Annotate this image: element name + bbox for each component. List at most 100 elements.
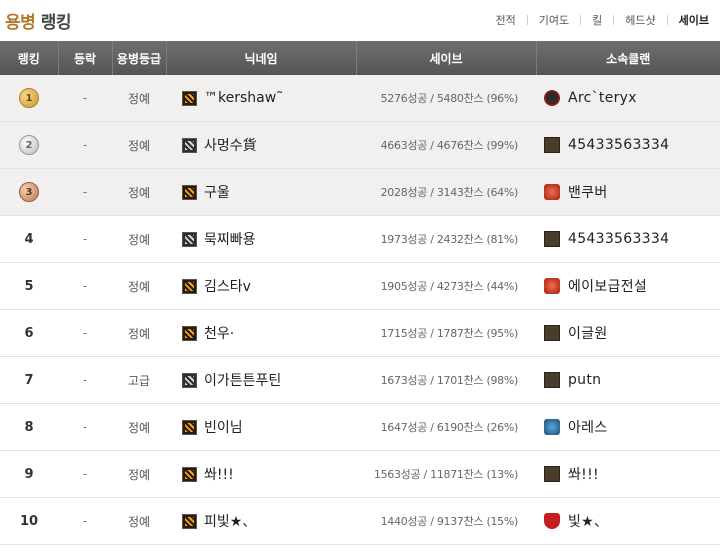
clan-emblem-board-icon	[544, 466, 560, 482]
table-row: 10 - 정예 피빛★、 1440성공 / 9137찬스 (15%) 빛★、	[0, 497, 720, 545]
clan-name-link[interactable]: 이글원	[568, 323, 608, 343]
clan-name-link[interactable]: 아레스	[568, 417, 608, 437]
rank-number: 7	[24, 372, 34, 388]
nickname-cell: 쏴!!!	[166, 450, 356, 498]
rank-cell: 2	[0, 121, 58, 169]
save-stat-cell: 1905성공 / 4273찬스 (44%)	[356, 262, 536, 310]
clan-cell: Arc`teryx	[536, 75, 720, 122]
save-stat-cell: 1715성공 / 1787찬스 (95%)	[356, 309, 536, 357]
clan-emblem-red-icon	[544, 184, 560, 200]
clan-cell: 아레스	[536, 403, 720, 451]
change-cell: -	[58, 356, 112, 404]
clan-emblem-board-icon	[544, 325, 560, 341]
rank-cell: 7	[0, 356, 58, 404]
player-nickname-link[interactable]: 피빛★、	[204, 511, 256, 531]
rank-number: 6	[24, 325, 34, 341]
clan-emblem-board-icon	[544, 137, 560, 153]
ranking-table: 랭킹 등락 용병등급 닉네임 세이브 소속클랜 1 - 정예 ™kershaw˜…	[0, 41, 720, 545]
nickname-cell: 피빛★、	[166, 497, 356, 545]
table-row: 3 - 정예 구울 2028성공 / 3143찬스 (64%) 밴쿠버	[0, 168, 720, 216]
clan-emblem-blue-icon	[544, 419, 560, 435]
page-header: 용병 랭킹 전적 기여도 킬 헤드샷 세이브	[0, 0, 720, 41]
clan-emblem-red-icon	[544, 278, 560, 294]
column-header-save: 세이브	[355, 41, 536, 75]
table-row: 2 - 정예 사멍수貨 4663성공 / 4676찬스 (99%) 454335…	[0, 121, 720, 169]
gray-grade-icon	[182, 372, 197, 388]
clan-name-link[interactable]: 45433563334	[568, 137, 669, 153]
clan-cell: 에이보급전설	[536, 262, 720, 310]
save-stat-cell: 2028성공 / 3143찬스 (64%)	[356, 168, 536, 216]
change-cell: -	[58, 168, 112, 216]
ranking-tabs: 전적 기여도 킬 헤드샷 세이브	[485, 12, 720, 28]
nickname-cell: 묵찌빠용	[166, 215, 356, 263]
clan-cell: 밴쿠버	[536, 168, 720, 216]
table-header-row: 랭킹 등락 용병등급 닉네임 세이브 소속클랜	[0, 41, 720, 75]
rank-number: 5	[24, 278, 34, 294]
clan-name-link[interactable]: putn	[568, 372, 601, 388]
clan-name-link[interactable]: 쏴!!!	[568, 464, 599, 484]
gray-grade-icon	[182, 231, 197, 247]
clan-name-link[interactable]: 에이보급전설	[568, 276, 647, 296]
player-nickname-link[interactable]: ™kershaw˜	[204, 90, 283, 106]
change-cell: -	[58, 121, 112, 169]
table-row: 5 - 정예 김스타v 1905성공 / 4273찬스 (44%) 에이보급전설	[0, 262, 720, 310]
tab-record[interactable]: 전적	[485, 12, 527, 28]
page-title-part2: 랭킹	[40, 13, 72, 33]
change-cell: -	[58, 75, 112, 122]
gold-grade-icon	[182, 278, 197, 294]
grade-cell: 정예	[112, 309, 166, 357]
grade-cell: 정예	[112, 215, 166, 263]
rank-number: 9	[24, 466, 34, 482]
save-stat-cell: 1973성공 / 2432찬스 (81%)	[356, 215, 536, 263]
player-nickname-link[interactable]: 묵찌빠용	[204, 229, 256, 249]
table-row: 6 - 정예 천우· 1715성공 / 1787찬스 (95%) 이글원	[0, 309, 720, 357]
page-title: 용병 랭킹	[5, 8, 71, 33]
player-nickname-link[interactable]: 빈이님	[204, 417, 243, 437]
column-header-rank: 랭킹	[0, 41, 58, 75]
clan-cell: 빛★、	[536, 497, 720, 545]
save-stat-cell: 1440성공 / 9137찬스 (15%)	[356, 497, 536, 545]
table-row: 8 - 정예 빈이님 1647성공 / 6190찬스 (26%) 아레스	[0, 403, 720, 451]
save-stat-cell: 1647성공 / 6190찬스 (26%)	[356, 403, 536, 451]
tab-headshot[interactable]: 헤드샷	[614, 12, 666, 28]
silver-medal-icon: 2	[19, 135, 39, 155]
clan-emblem-dark-icon	[544, 90, 560, 106]
clan-name-link[interactable]: 빛★、	[568, 511, 608, 531]
rank-cell: 8	[0, 403, 58, 451]
player-nickname-link[interactable]: 쏴!!!	[204, 464, 234, 484]
save-stat-cell: 1563성공 / 11871찬스 (13%)	[356, 450, 536, 498]
player-nickname-link[interactable]: 천우·	[204, 323, 234, 343]
clan-emblem-board-icon	[544, 231, 560, 247]
player-nickname-link[interactable]: 김스타v	[204, 276, 251, 296]
rank-cell: 1	[0, 75, 58, 122]
clan-emblem-shield-icon	[544, 513, 560, 529]
table-row: 1 - 정예 ™kershaw˜ 5276성공 / 5480찬스 (96%) A…	[0, 75, 720, 122]
rank-cell: 10	[0, 497, 58, 545]
change-cell: -	[58, 262, 112, 310]
clan-name-link[interactable]: 45433563334	[568, 231, 669, 247]
save-stat-cell: 5276성공 / 5480찬스 (96%)	[356, 75, 536, 122]
change-cell: -	[58, 309, 112, 357]
rank-number: 10	[19, 513, 39, 529]
rank-cell: 9	[0, 450, 58, 498]
clan-name-link[interactable]: Arc`teryx	[568, 90, 637, 106]
gold-grade-icon	[182, 419, 197, 435]
tab-save[interactable]: 세이브	[668, 12, 720, 28]
table-row: 4 - 정예 묵찌빠용 1973성공 / 2432찬스 (81%) 454335…	[0, 215, 720, 263]
change-cell: -	[58, 450, 112, 498]
player-nickname-link[interactable]: 이가튼튼푸틴	[204, 370, 281, 390]
gray-grade-icon	[182, 137, 197, 153]
player-nickname-link[interactable]: 사멍수貨	[204, 135, 257, 155]
tab-kill[interactable]: 킬	[581, 12, 613, 28]
tab-contribution[interactable]: 기여도	[528, 12, 580, 28]
player-nickname-link[interactable]: 구울	[204, 182, 230, 202]
gold-grade-icon	[182, 325, 197, 341]
clan-emblem-board-icon	[544, 372, 560, 388]
rank-cell: 6	[0, 309, 58, 357]
rank-number: 8	[24, 419, 34, 435]
rank-cell: 3	[0, 168, 58, 216]
rank-cell: 4	[0, 215, 58, 263]
grade-cell: 정예	[112, 121, 166, 169]
clan-name-link[interactable]: 밴쿠버	[568, 182, 608, 202]
clan-cell: 45433563334	[536, 121, 720, 169]
